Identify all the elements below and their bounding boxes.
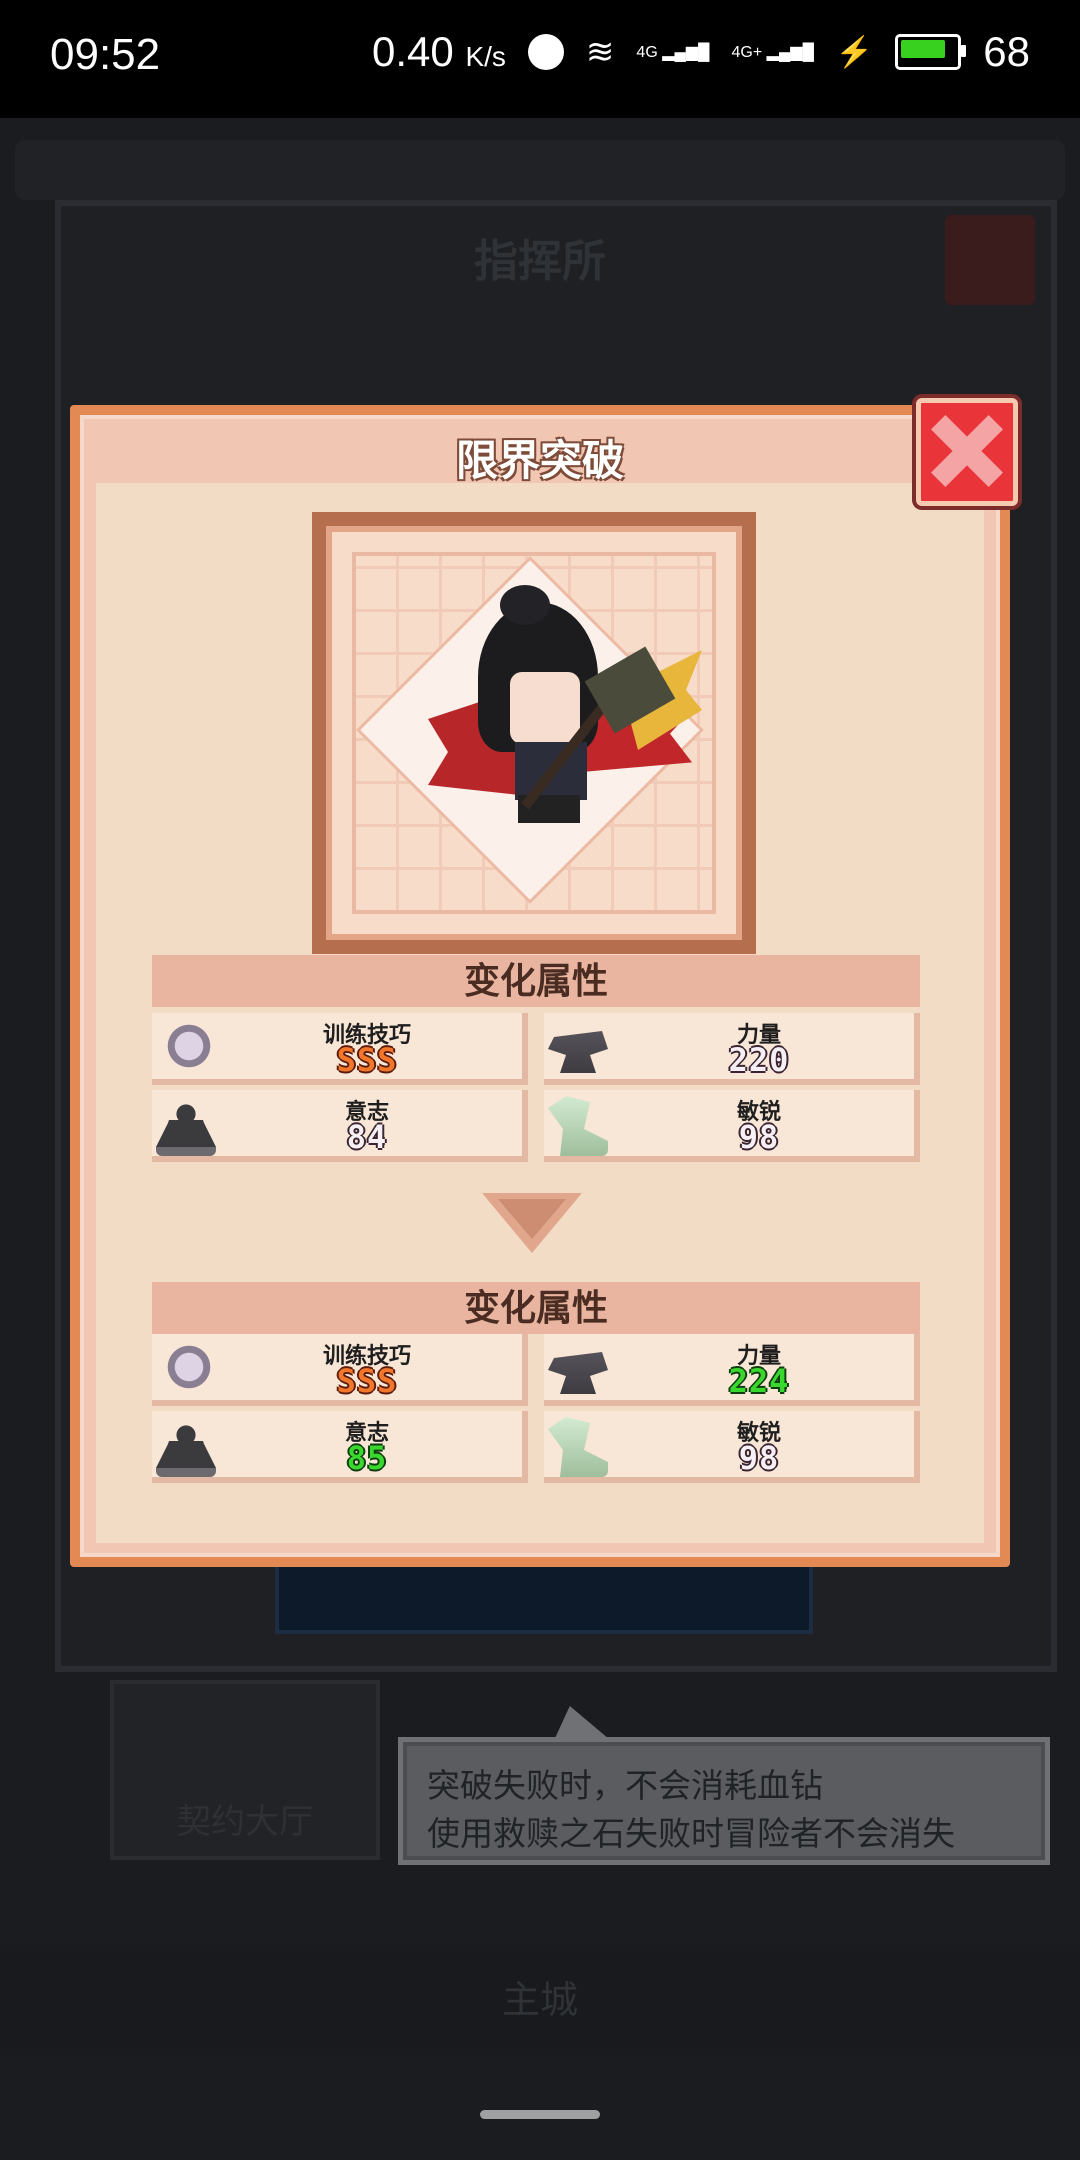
wifi-icon: ≋ [585,33,615,71]
hero-topknot [500,585,550,625]
meditation-icon [156,1096,216,1156]
close-icon [931,415,1003,487]
stats-after-section: 变化属性 训练技巧 SSS 力量 224 意志 85 敏锐 98 [152,1282,920,1494]
battery-level: 68 [983,28,1030,75]
charging-icon: ⚡ [835,35,874,69]
background-title: 指挥所 [474,236,606,287]
sword-icon [156,1019,216,1079]
stat-value: 98 [738,1439,780,1477]
stat-value: 84 [346,1118,388,1156]
stat-value: 98 [738,1118,780,1156]
boot-icon [548,1096,608,1156]
tooltip-pointer [541,1706,611,1740]
close-button[interactable] [916,398,1018,506]
hero-face [510,672,580,744]
network-speed: 0.40 K/s [372,28,506,75]
battery-icon [895,34,967,70]
tooltip: 突破失败时，不会消耗血钻 使用救赎之石失败时冒险者不会消失 [398,1737,1050,1865]
stat-value: 220 [728,1041,790,1079]
tooltip-line-1: 突破失败时，不会消耗血钻 [427,1766,823,1805]
bottom-nav-main-city: 主城 [0,1945,1080,2055]
resource-bar [15,140,1065,200]
stat-sharpness: 敏锐 98 [544,1411,920,1483]
stat-strength: 力量 224 [544,1334,920,1406]
boot-icon [548,1417,608,1477]
dialog-title: 限界突破 [455,436,624,485]
stats-before-header: 变化属性 [152,955,920,1007]
sword-icon [156,1340,216,1400]
stats-before-section: 变化属性 训练技巧 SSS 力量 220 意志 84 敏锐 98 [152,955,920,1167]
background-close-button [945,215,1035,305]
meditation-icon [156,1417,216,1477]
anvil-icon [548,1031,608,1073]
stats-after-header: 变化属性 [152,1282,920,1334]
anvil-icon [548,1352,608,1394]
stat-training-skill: 训练技巧 SSS [152,1013,528,1085]
home-indicator[interactable] [480,2110,600,2119]
stat-will: 意志 84 [152,1090,528,1162]
stat-strength: 力量 220 [544,1013,920,1085]
alarm-icon [527,34,564,70]
background-blue-button [275,1560,813,1634]
stat-value: 85 [346,1439,388,1477]
status-time: 09:52 [50,30,161,79]
signal-4g-plus-icon: 4G+ ▂▄▆█ [731,44,814,61]
tooltip-line-2: 使用救赎之石失败时冒险者不会消失 [427,1814,955,1853]
stat-sharpness: 敏锐 98 [544,1090,920,1162]
status-bar: 09:52 0.40 K/s ≋ 4G ▂▄▆█ 4G+ ▂▄▆█ ⚡ 68 [0,0,1080,118]
stat-value: SSS [336,1041,398,1079]
stat-value: 224 [728,1362,790,1400]
signal-4g-icon: 4G ▂▄▆█ [636,44,710,61]
stat-training-skill: 训练技巧 SSS [152,1334,528,1406]
contract-hall-button: 契约大厅 [110,1680,380,1860]
stat-will: 意志 85 [152,1411,528,1483]
stat-value: SSS [336,1362,398,1400]
